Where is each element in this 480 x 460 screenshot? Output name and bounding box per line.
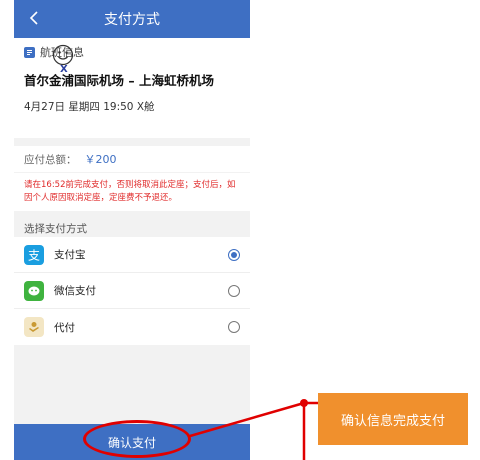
payment-notice: 请在16:52前完成支付，否则将取消此定座；支付后，如因个人原因取消定座，定座费… [14, 173, 250, 211]
radio-selected[interactable] [228, 248, 240, 261]
alipay-icon: 支 [24, 244, 44, 265]
page-title: 支付方式 [104, 12, 160, 28]
total-label: 应付总额： [24, 153, 77, 166]
svg-text:支: 支 [28, 248, 40, 262]
flight-route: 首尔金浦国际机场 – 上海虹桥机场 [24, 73, 214, 88]
chevron-left-icon [29, 11, 38, 25]
payment-option-pay-for-other[interactable]: 代付 [14, 309, 250, 345]
payment-option-alipay[interactable]: 支 支付宝 [14, 237, 250, 273]
total-amount: ￥200 [84, 153, 117, 166]
info-badge-icon [24, 46, 35, 58]
wechat-icon [24, 280, 44, 301]
pay-for-other-icon [24, 317, 44, 337]
cursor-x-mark-icon: X [60, 64, 68, 75]
flight-info-section: 航班信息 X [24, 44, 240, 75]
payment-method-list: 支 支付宝 微信支付 代付 [14, 237, 250, 345]
phone-screen: 支付方式 航班信息 X 首尔金浦国际机场 – 上海虹桥机场 4月27日 星期四 … [14, 0, 250, 460]
payment-option-wechat[interactable]: 微信支付 [14, 273, 250, 309]
payment-option-label: 支付宝 [54, 249, 86, 261]
flight-time: 4月27日 星期四 19:50 X舱 [24, 101, 155, 113]
back-button[interactable] [20, 4, 48, 32]
total-amount-row: 应付总额： ￥200 [14, 146, 250, 172]
highlight-ellipse [83, 420, 191, 458]
radio-unselected[interactable] [228, 321, 240, 333]
flight-info-card: 航班信息 X 首尔金浦国际机场 – 上海虹桥机场 4月27日 星期四 19:50… [14, 38, 250, 138]
smiley-face-icon [52, 44, 74, 66]
annotation-callout: 确认信息完成支付 [318, 393, 468, 445]
payment-option-label: 微信支付 [54, 285, 96, 297]
app-header: 支付方式 [14, 0, 250, 38]
payment-method-label: 选择支付方式 [24, 223, 87, 235]
radio-unselected[interactable] [228, 284, 240, 297]
payment-option-label: 代付 [54, 321, 75, 334]
